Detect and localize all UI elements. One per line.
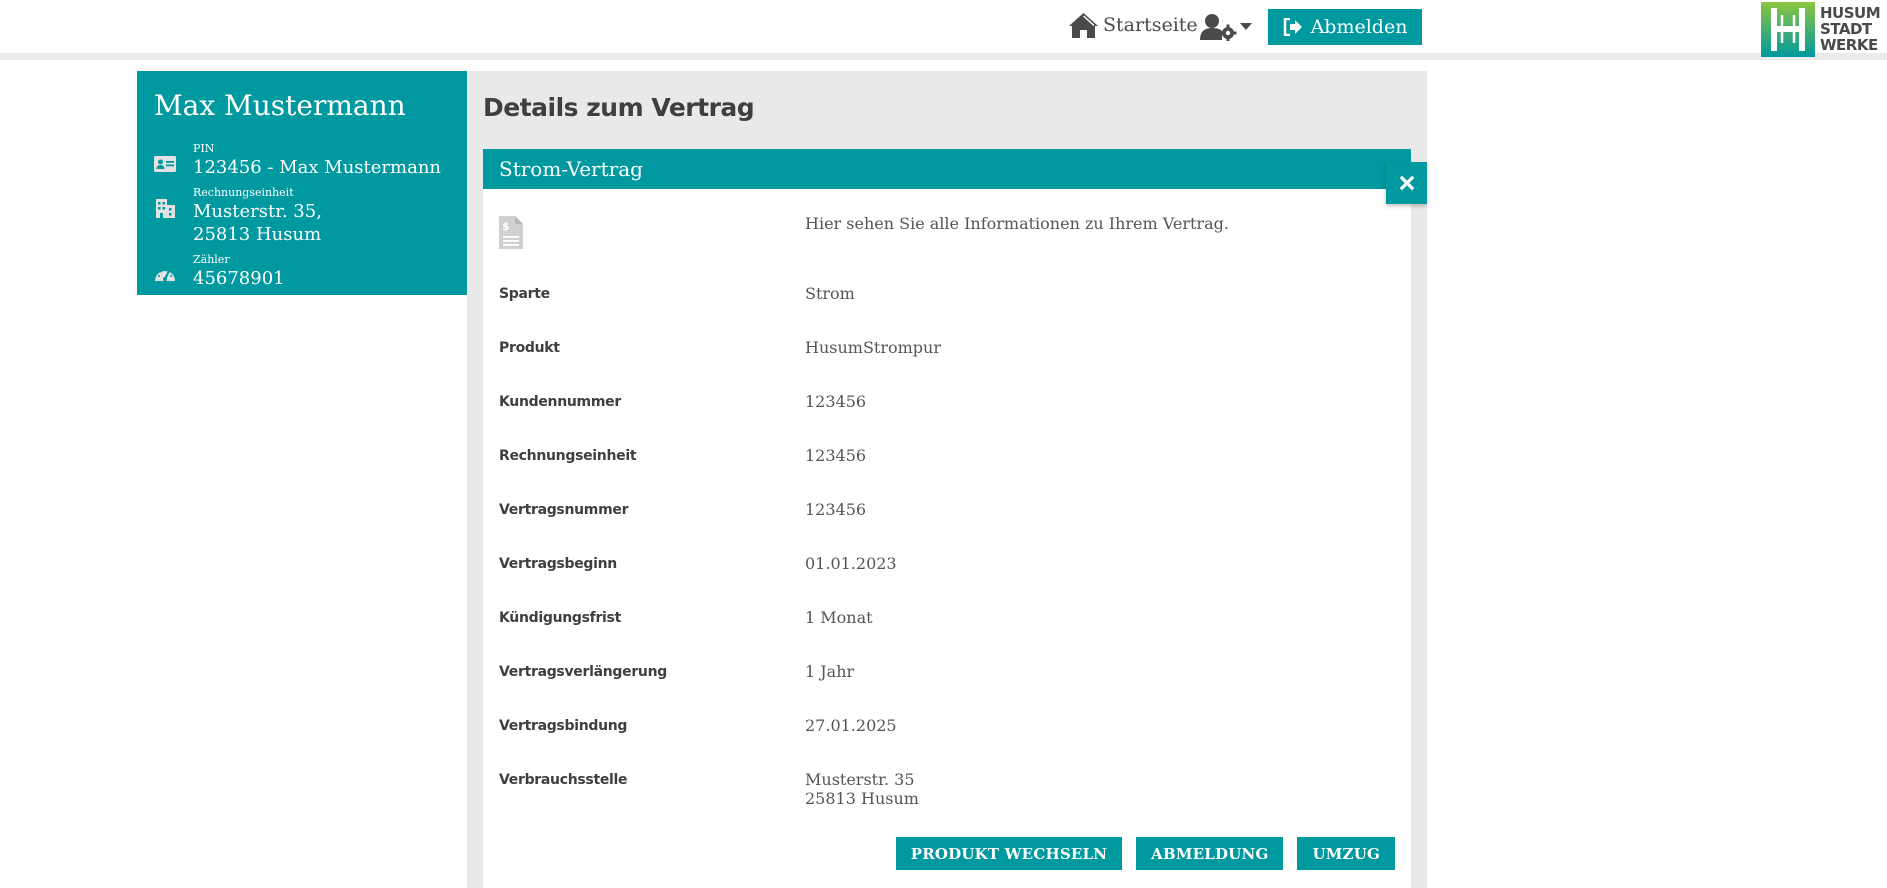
close-icon: [1399, 175, 1414, 191]
husum-stadtwerke-logo[interactable]: HUSUM STADT WERKE: [1761, 1, 1887, 57]
detail-label: Kundennummer: [499, 394, 621, 410]
detail-value: 01.01.2023: [805, 554, 897, 573]
detail-label: Rechnungseinheit: [499, 448, 637, 464]
profile-meter-row: Zähler 45678901: [153, 253, 285, 290]
billing-label: Rechnungseinheit: [193, 186, 294, 199]
detail-value: 27.01.2025: [805, 716, 897, 735]
home-link[interactable]: Startseite: [1068, 11, 1198, 39]
detail-label: Vertragsbeginn: [499, 556, 617, 572]
billing-value: Musterstr. 35, 25813 Husum: [193, 201, 322, 245]
detail-value: Musterstr. 35 25813 Husum: [805, 770, 919, 808]
meter-label: Zähler: [193, 253, 230, 266]
customer-profile-card: Max Mustermann PIN 123456 - Max Musterma…: [137, 71, 467, 295]
logo-line-1: HUSUM: [1820, 4, 1881, 22]
sign-out-icon: [1283, 18, 1302, 36]
detail-label: Verbrauchsstelle: [499, 772, 628, 788]
move-button[interactable]: UMZUG: [1297, 837, 1395, 870]
logo-wordmark: HUSUM STADT WERKE: [1820, 4, 1881, 54]
user-settings-menu[interactable]: [1199, 13, 1252, 41]
pin-label: PIN: [193, 142, 215, 155]
detail-value: 123456: [805, 392, 867, 411]
caret-down-icon: [1240, 23, 1252, 30]
logout-button[interactable]: Abmelden: [1268, 9, 1422, 45]
logo-line-2: STADT: [1820, 20, 1872, 38]
logo-line-3: WERKE: [1820, 36, 1878, 54]
detail-label: Sparte: [499, 286, 550, 302]
contract-card-header: Strom-Vertrag: [483, 149, 1411, 189]
contract-actions: PRODUKT WECHSELN ABMELDUNG UMZUG: [895, 837, 1395, 870]
document-dollar-icon: $: [499, 216, 523, 249]
top-navigation-bar: Startseite Abmelden HUSUM STADT WERKE: [0, 0, 1887, 60]
home-link-label: Startseite: [1103, 14, 1198, 36]
customer-name: Max Mustermann: [154, 89, 406, 122]
detail-label: Vertragsverlängerung: [499, 664, 667, 680]
cancel-contract-button[interactable]: ABMELDUNG: [1136, 837, 1284, 870]
detail-value: HusumStrompur: [805, 338, 941, 357]
detail-label: Kündigungsfrist: [499, 610, 621, 626]
page-title: Details zum Vertrag: [483, 93, 755, 122]
detail-value: 123456: [805, 446, 867, 465]
profile-billing-row: Rechnungseinheit Musterstr. 35, 25813 Hu…: [153, 186, 322, 246]
detail-value: 1 Jahr: [805, 662, 855, 681]
detail-label: Vertragsbindung: [499, 718, 628, 734]
close-button[interactable]: [1386, 162, 1427, 204]
user-settings-icon: [1200, 14, 1237, 41]
husum-logo-icon: [1761, 1, 1815, 57]
detail-value: 1 Monat: [805, 608, 873, 627]
detail-label: Vertragsnummer: [499, 502, 629, 518]
gauge-icon: [155, 268, 175, 281]
svg-text:$: $: [502, 220, 510, 233]
detail-value: 123456: [805, 500, 867, 519]
change-product-button[interactable]: PRODUKT WECHSELN: [895, 837, 1123, 870]
pin-value: 123456 - Max Mustermann: [193, 157, 442, 178]
contract-details-panel: Details zum Vertrag Strom-Vertrag $ Hier…: [467, 71, 1427, 888]
profile-pin-row: PIN 123456 - Max Mustermann: [153, 142, 441, 179]
detail-label: Produkt: [499, 340, 560, 356]
meter-value: 45678901: [193, 268, 285, 289]
contract-card: Strom-Vertrag $ Hier sehen Sie alle Info…: [483, 149, 1411, 888]
intro-text: Hier sehen Sie alle Informationen zu Ihr…: [805, 214, 1229, 233]
home-icon: [1069, 12, 1098, 38]
detail-value: Strom: [805, 284, 855, 303]
id-card-icon: [154, 156, 176, 172]
building-icon: [156, 199, 175, 218]
logout-button-label: Abmelden: [1310, 16, 1408, 38]
